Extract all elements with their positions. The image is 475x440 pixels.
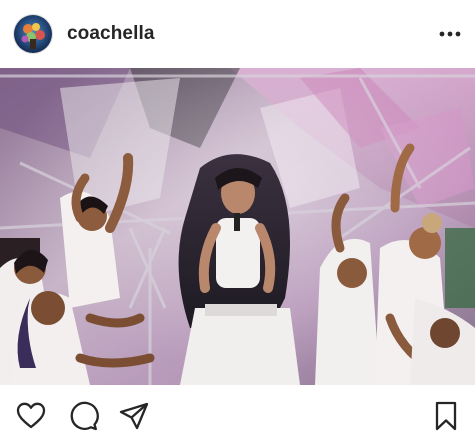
bookmark-icon[interactable]: [430, 400, 462, 432]
instagram-post: coachella: [0, 0, 475, 440]
profile-avatar[interactable]: [14, 15, 52, 53]
action-bar: [0, 385, 475, 440]
post-photo[interactable]: [0, 68, 475, 385]
performer-center: [178, 154, 300, 385]
avatar-image: [14, 15, 52, 53]
heart-icon[interactable]: [15, 400, 47, 432]
comment-bubble-icon[interactable]: [67, 400, 99, 432]
username[interactable]: coachella: [67, 22, 155, 46]
post-header: coachella: [0, 0, 475, 68]
paper-plane-share-icon[interactable]: [118, 400, 150, 432]
concert-photo-image: [0, 68, 475, 385]
more-options-icon[interactable]: [437, 24, 463, 44]
